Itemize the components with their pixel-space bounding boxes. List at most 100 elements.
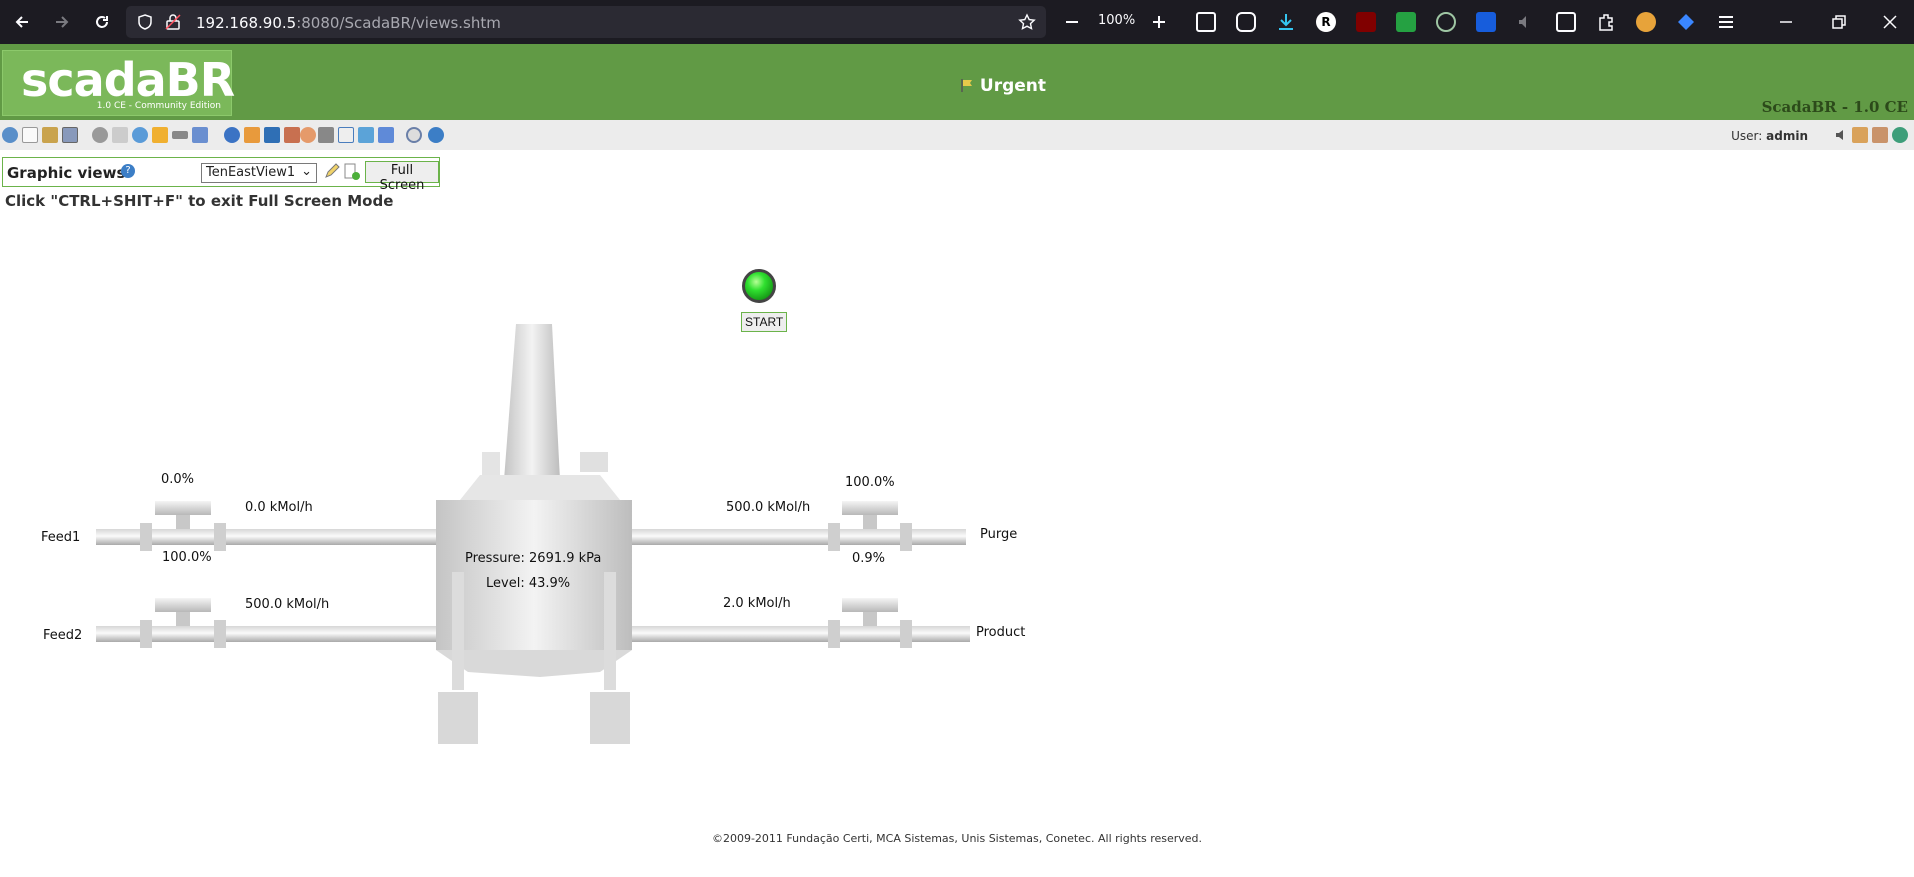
- scripts-icon[interactable]: [192, 127, 208, 143]
- feed1-valve[interactable]: [155, 501, 211, 529]
- spy-extension-icon[interactable]: [1436, 12, 1456, 32]
- feed2-pipe: [96, 620, 446, 648]
- product-flow-value: 2.0 kMol/h: [723, 596, 791, 611]
- reload-icon[interactable]: [90, 10, 114, 34]
- purge-label: Purge: [980, 527, 1018, 542]
- ublock-icon[interactable]: [1356, 12, 1376, 32]
- user-info: User: admin: [1731, 129, 1808, 143]
- version-label: ScadaBR - 1.0 CE: [1761, 98, 1908, 116]
- purge-valve-value: 100.0%: [845, 475, 895, 490]
- product-valve[interactable]: [842, 598, 898, 626]
- watchlist-icon[interactable]: [2, 127, 18, 143]
- shield-icon[interactable]: [136, 13, 154, 31]
- graphic-views-title: Graphic views: [7, 164, 126, 182]
- graphic-views-bar: Graphic views ? TenEastView1 ⌄ Full Scree…: [2, 157, 440, 193]
- alarm-flag-icon: [961, 79, 972, 92]
- help-icon[interactable]: [428, 127, 444, 143]
- purge-flow-value: 500.0 kMol/h: [726, 500, 811, 515]
- sheet-extension-icon[interactable]: [1396, 12, 1416, 32]
- tools-icon[interactable]: [318, 127, 334, 143]
- forward-arrow-icon[interactable]: [50, 10, 74, 34]
- import-export-icon[interactable]: [358, 127, 374, 143]
- url-text: 192.168.90.5:8080/ScadaBR/views.shtm: [196, 14, 501, 32]
- feed2-valve[interactable]: [155, 598, 211, 626]
- menu-icon[interactable]: [1716, 12, 1736, 32]
- download-icon[interactable]: [1276, 12, 1296, 32]
- copyright-footer: ©2009-2011 Fundação Certi, MCA Sistemas,…: [711, 832, 1203, 845]
- feed1-valve-value: 0.0%: [161, 472, 195, 487]
- maintenance-icon[interactable]: [300, 127, 316, 143]
- zoom-out-icon[interactable]: [1060, 10, 1084, 34]
- reactor-pressure: Pressure: 2691.9 kPa: [465, 551, 602, 566]
- sql-icon[interactable]: [378, 127, 394, 143]
- selected-view-label: TenEastView1: [206, 165, 296, 180]
- speaker-icon[interactable]: [1516, 12, 1536, 32]
- app-header: scadaBR 1.0 CE - Community Edition Urgen…: [0, 44, 1914, 120]
- logo-subtitle: 1.0 CE - Community Edition: [96, 101, 221, 111]
- mailing-lists-icon[interactable]: [264, 127, 280, 143]
- bookmark-star-icon[interactable]: [1018, 13, 1036, 31]
- bitwarden-icon[interactable]: [1476, 12, 1496, 32]
- process-diagram: [96, 324, 970, 744]
- user-name: admin: [1766, 129, 1808, 143]
- zoom-level[interactable]: 100%: [1098, 13, 1135, 28]
- feed1-label: Feed1: [41, 530, 81, 545]
- translate-extension-icon[interactable]: [1676, 12, 1696, 32]
- publishers-icon[interactable]: [284, 127, 300, 143]
- point-links-icon[interactable]: [172, 131, 188, 139]
- product-valve-value: 0.9%: [852, 551, 886, 566]
- help-question-icon[interactable]: ?: [121, 164, 135, 178]
- settings-gear-icon[interactable]: [92, 127, 108, 143]
- main-toolbar: User: admin: [0, 120, 1914, 150]
- feed1-flow-value: 0.0 kMol/h: [245, 500, 313, 515]
- back-arrow-icon[interactable]: [10, 10, 34, 34]
- minimize-icon[interactable]: [1776, 12, 1796, 32]
- reactor-level: Level: 43.9%: [486, 576, 571, 591]
- extensions-icon[interactable]: [1596, 12, 1616, 32]
- sound-icon[interactable]: [1834, 127, 1850, 143]
- system-settings-icon[interactable]: [338, 127, 354, 143]
- feed1-pipe: [96, 523, 446, 551]
- full-screen-button[interactable]: Full Screen: [365, 161, 439, 193]
- point-hierarchy-icon[interactable]: [244, 127, 260, 143]
- logout-icon[interactable]: [406, 127, 422, 143]
- new-view-icon[interactable]: [343, 163, 361, 181]
- url-bar[interactable]: 192.168.90.5:8080/ScadaBR/views.shtm: [126, 6, 1046, 38]
- product-label: Product: [976, 625, 1026, 640]
- pocket-icon[interactable]: [1236, 12, 1256, 32]
- scheduled-events-icon[interactable]: [132, 127, 148, 143]
- edit-view-icon[interactable]: [323, 163, 341, 181]
- set-home-icon[interactable]: [1872, 127, 1888, 143]
- view-select[interactable]: TenEastView1 ⌄: [201, 163, 317, 183]
- user-label-text: User:: [1731, 129, 1763, 143]
- sidebar-icon[interactable]: [1556, 12, 1576, 32]
- purge-valve[interactable]: [842, 501, 898, 529]
- event-handlers-icon[interactable]: [152, 127, 168, 143]
- logo-text: scadaBR: [21, 53, 235, 107]
- close-icon[interactable]: [1880, 12, 1900, 32]
- data-sources-icon[interactable]: [112, 127, 128, 143]
- scadabr-logo[interactable]: scadaBR 1.0 CE - Community Edition: [2, 50, 235, 116]
- graphic-views-icon[interactable]: [22, 127, 38, 143]
- r-extension-icon[interactable]: R: [1316, 12, 1336, 32]
- home-icon[interactable]: [1852, 127, 1868, 143]
- process-view: START Feed1 0.0% 0.0 kMol/h Feed2 100.0%…: [0, 200, 1914, 800]
- zoom-in-icon[interactable]: [1147, 10, 1171, 34]
- reactor-vessel: [436, 324, 632, 744]
- product-pipe: [620, 620, 970, 648]
- insecure-lock-icon[interactable]: [164, 13, 182, 31]
- purge-pipe: [620, 523, 966, 551]
- alarms-icon[interactable]: [42, 127, 58, 143]
- alarm-indicator[interactable]: Urgent: [960, 76, 1046, 96]
- feed2-valve-value: 100.0%: [162, 550, 212, 565]
- reports-icon[interactable]: [62, 127, 78, 143]
- users-icon[interactable]: [224, 127, 240, 143]
- restore-icon[interactable]: [1828, 12, 1848, 32]
- feed2-label: Feed2: [43, 628, 83, 643]
- feed2-flow-value: 500.0 kMol/h: [245, 597, 330, 612]
- chevron-down-icon: ⌄: [301, 164, 312, 179]
- language-globe-icon[interactable]: [1892, 127, 1908, 143]
- screenshot-icon[interactable]: [1196, 12, 1216, 32]
- browser-toolbar: 192.168.90.5:8080/ScadaBR/views.shtm 100…: [0, 0, 1914, 44]
- wizard-extension-icon[interactable]: [1636, 12, 1656, 32]
